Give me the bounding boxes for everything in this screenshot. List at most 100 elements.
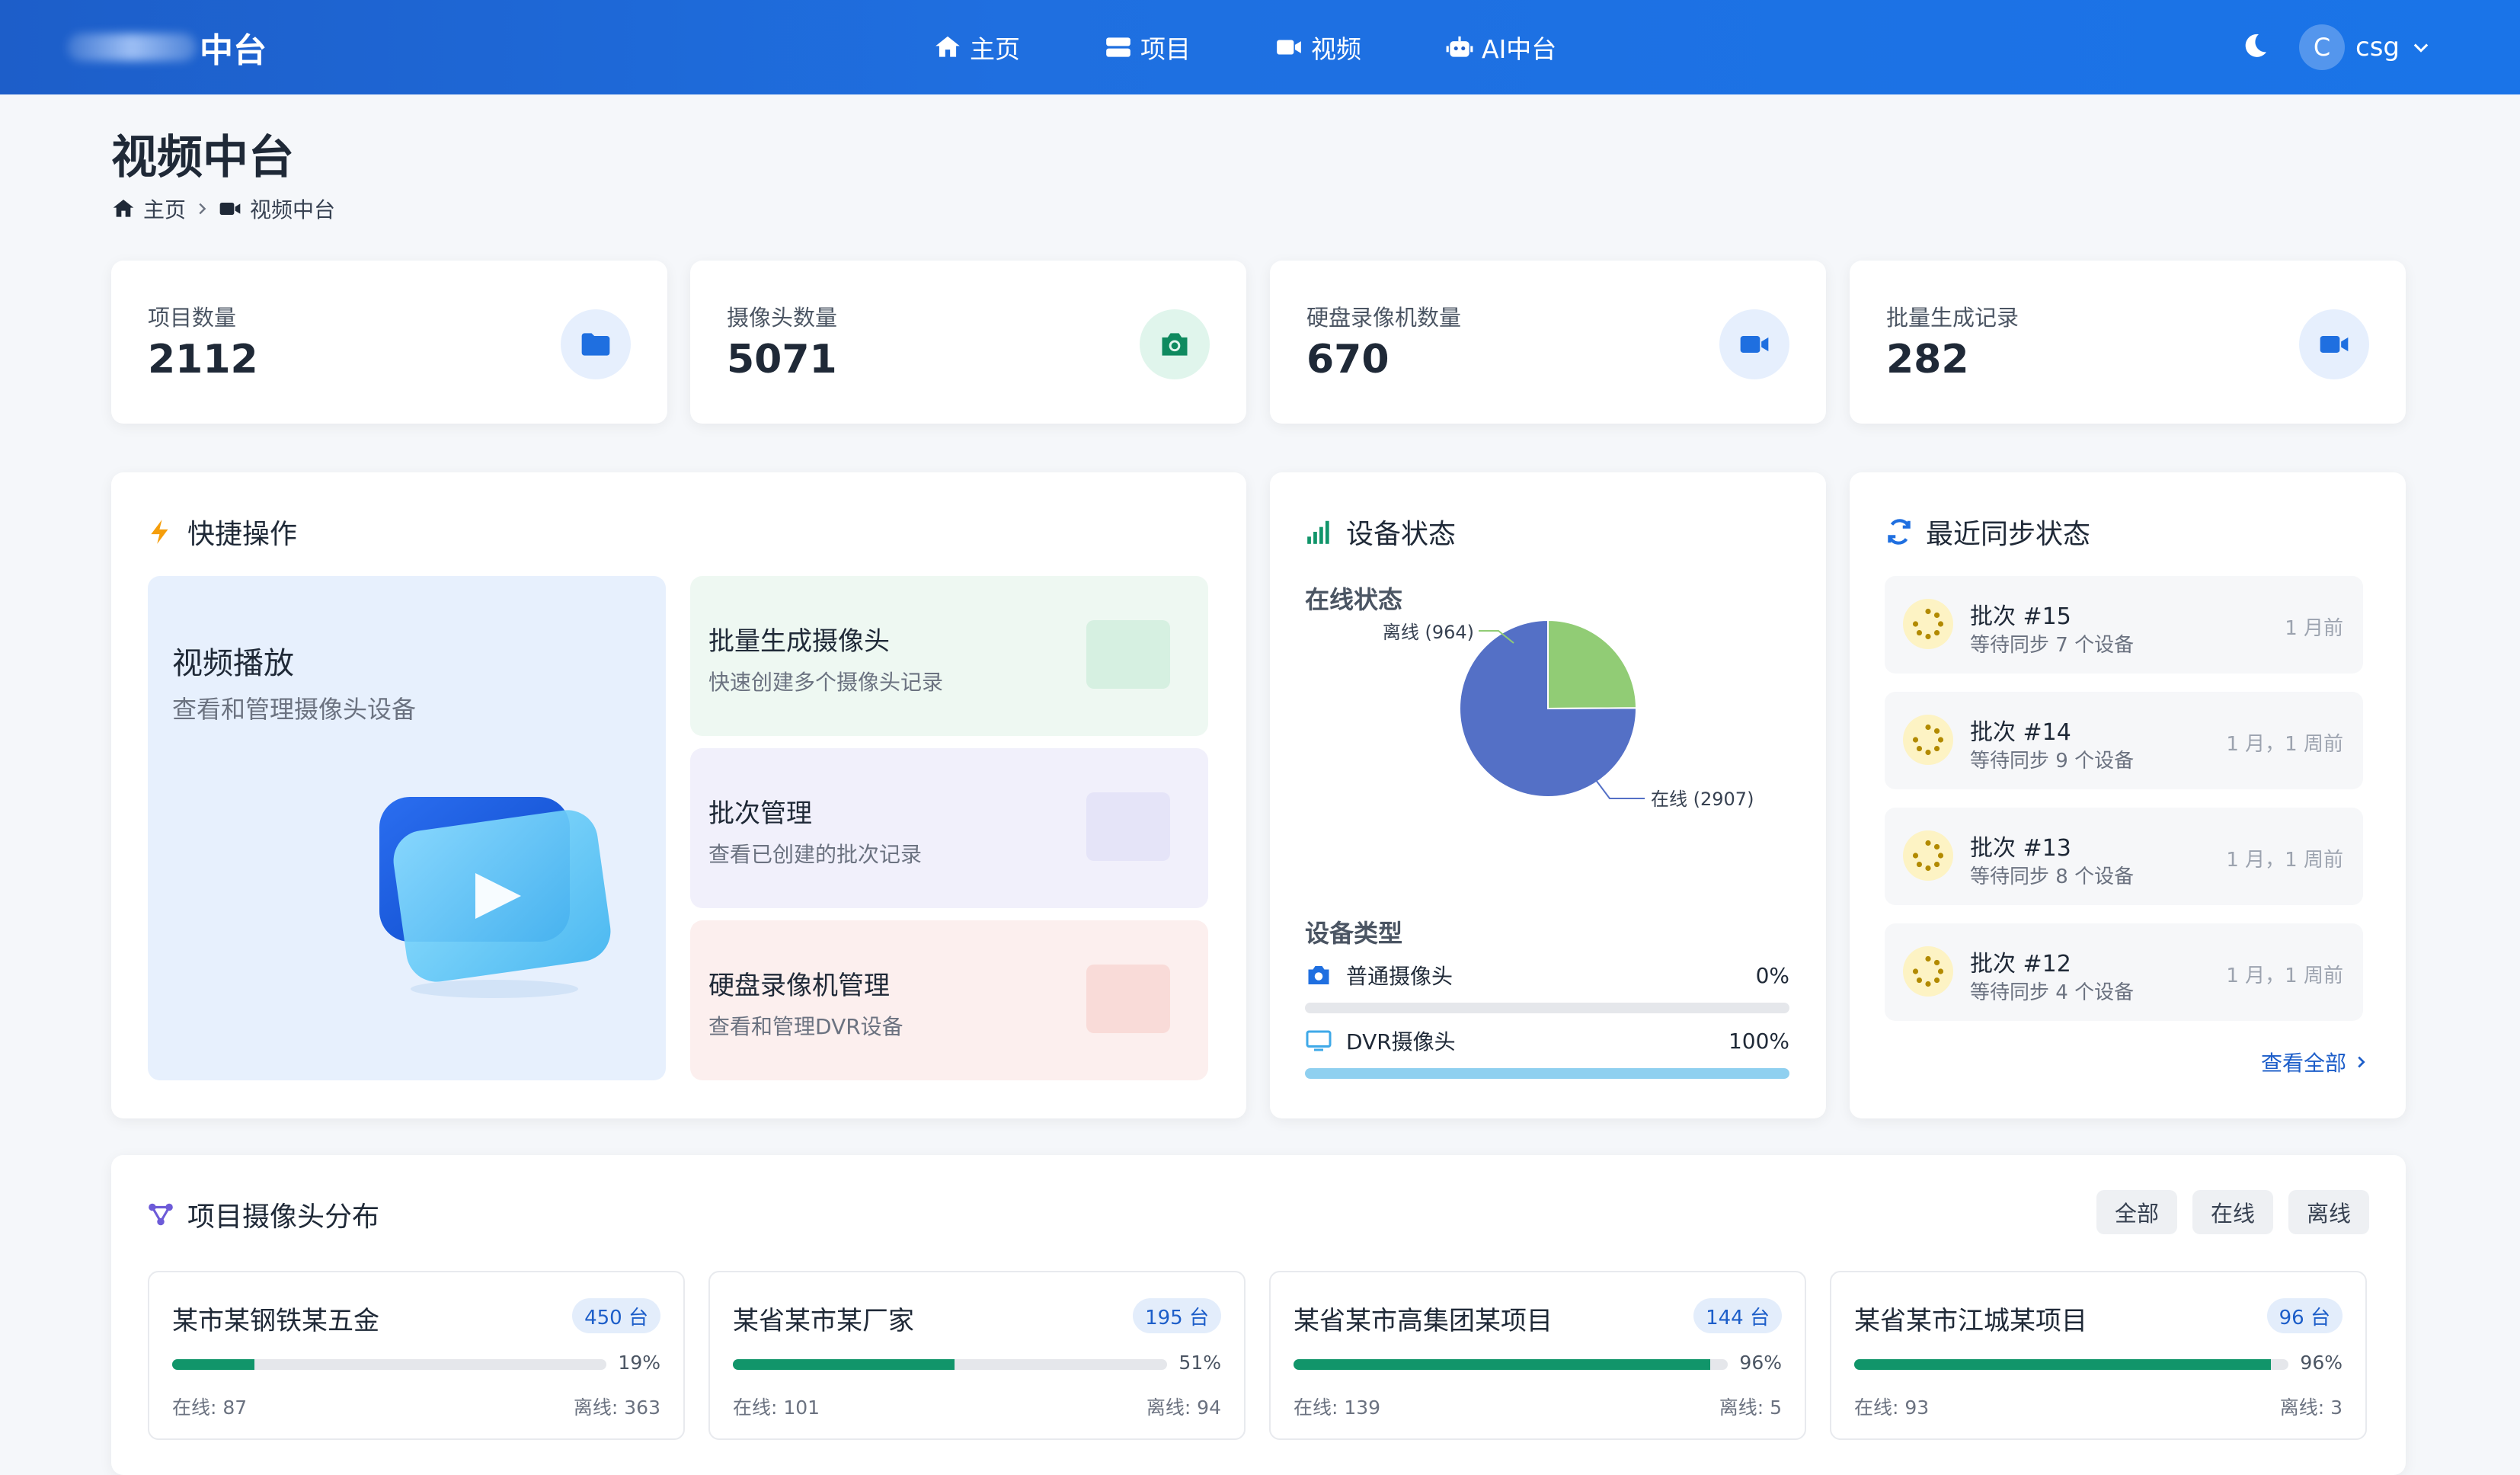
sync-item[interactable]: 批次 #12 等待同步 4 个设备 1 月，1 周前 [1885,923,2363,1021]
project-card[interactable]: 某省某市高集团某项目 144 台 96% 在线: 139 离线: 5 [1269,1271,1806,1440]
project-online-bar [1294,1359,1728,1370]
stat-label: 硬盘录像机数量 [1306,305,1462,331]
project-online-count: 在线: 93 [1854,1397,1930,1419]
folder-icon [561,309,631,379]
online-label: 在线 (2907) [1651,789,1754,810]
sync-batch-time: 1 月，1 周前 [2226,733,2343,756]
device-type-row-dvr: DVR摄像头 100% [1305,1025,1789,1056]
device-status-panel: 设备状态 在线状态 离线 (964) 在线 (2907) 设备类型 普通摄像头 … [1270,472,1826,1118]
batch-management-card[interactable]: 批次管理 查看已创建的批次记录 [690,748,1208,908]
device-type-bar-camera [1305,1003,1789,1013]
device-type-label: 普通摄像头 [1346,964,1453,989]
card-subtitle: 快速创建多个摄像头记录 [708,670,944,695]
page-title: 视频中台 [111,131,294,184]
sync-batch-name: 批次 #14 [1970,719,2071,746]
project-card[interactable]: 某省某市某厂家 195 台 51% 在线: 101 离线: 94 [708,1271,1246,1440]
breadcrumb-home[interactable]: 主页 [143,194,186,224]
bar-fill [1305,1068,1789,1079]
sync-batch-desc: 等待同步 9 个设备 [1970,750,2135,773]
dvr-management-card[interactable]: 硬盘录像机管理 查看和管理DVR设备 [690,920,1208,1080]
nav-ai[interactable]: AI中台 [1445,29,1556,66]
project-camera-count: 96 台 [2266,1298,2343,1333]
project-card[interactable]: 某省某市江城某项目 96 台 96% 在线: 93 离线: 3 [1830,1271,2367,1440]
user-name: csg [2355,32,2400,62]
chevron-right-icon [199,203,206,215]
project-online-count: 在线: 87 [172,1397,248,1419]
video-icon [1086,965,1170,1033]
spinner-icon [1903,599,1953,649]
brand-logo[interactable]: 中台 [67,23,267,72]
project-card[interactable]: 某市某钢铁某五金 450 台 19% 在线: 87 离线: 363 [148,1271,685,1440]
card-title: 批量生成摄像头 [708,626,890,657]
chevron-down-icon [2413,43,2429,53]
pie-slice-offline[interactable] [1547,619,1638,710]
quick-actions-title: 快捷操作 [146,512,297,552]
device-type-row-camera: 普通摄像头 0% [1305,960,1789,990]
stat-card-batches: 批量生成记录 282 [1850,261,2406,424]
breadcrumb: 主页 视频中台 [111,195,335,222]
quick-actions-panel: 快捷操作 视频播放 查看和管理摄像头设备 批量生成摄像头 快速创建多个摄像头记录… [111,472,1246,1118]
monitor-icon [1306,1030,1332,1051]
spinner-icon [1903,715,1953,765]
sync-batch-time: 1 月，1 周前 [2226,849,2343,872]
project-online-bar [172,1359,606,1370]
project-camera-count: 195 台 [1133,1298,1221,1333]
sync-item[interactable]: 批次 #15 等待同步 7 个设备 1 月前 [1885,576,2363,674]
project-camera-count: 450 台 [572,1298,660,1333]
video-player-illustration-icon [379,797,611,998]
network-icon [149,1203,173,1226]
filter-offline-button[interactable]: 离线 [2288,1190,2369,1234]
project-offline-count: 离线: 5 [1719,1397,1782,1419]
stat-value: 2112 [148,337,258,382]
distribution-title: 项目摄像头分布 [146,1195,379,1234]
section-title-text: 项目摄像头分布 [187,1201,380,1233]
stat-value: 282 [1886,337,1969,382]
batch-create-cameras-card[interactable]: 批量生成摄像头 快速创建多个摄像头记录 [690,576,1208,736]
video-playback-card[interactable]: 视频播放 查看和管理摄像头设备 [148,576,666,1080]
distribution-filters: 全部 在线 离线 [2096,1190,2369,1234]
device-type-bar-dvr [1305,1068,1789,1079]
stat-value: 670 [1306,337,1390,382]
card-title: 视频播放 [172,646,294,681]
sync-batch-desc: 等待同步 7 个设备 [1970,634,2135,657]
camera-icon [1308,966,1329,984]
section-title-text: 最近同步状态 [1926,519,2091,550]
device-type-percent: 0% [1755,962,1789,988]
nav-home-label: 主页 [970,34,1020,64]
bar-fill [1854,1359,2272,1370]
robot-icon [1446,36,1473,57]
project-online-count: 在线: 101 [733,1397,820,1419]
nav-video[interactable]: 视频 [1274,29,1361,66]
device-type-heading: 设备类型 [1305,919,1403,948]
sync-batch-name: 批次 #13 [1970,835,2071,862]
folder-icon [1086,620,1170,689]
server-icon [1106,37,1130,57]
chevron-right-icon [2358,1056,2365,1068]
project-online-percent: 96% [1739,1352,1782,1374]
sync-item[interactable]: 批次 #13 等待同步 8 个设备 1 月，1 周前 [1885,808,2363,905]
sync-item[interactable]: 批次 #14 等待同步 9 个设备 1 月，1 周前 [1885,692,2363,789]
sync-batch-name: 批次 #15 [1970,603,2071,630]
view-all-link[interactable]: 查看全部 [2261,1047,2369,1077]
sync-status-panel: 最近同步状态 批次 #15 等待同步 7 个设备 1 月前 批次 #14 等待同… [1850,472,2406,1118]
video-icon [219,203,241,215]
filter-online-button[interactable]: 在线 [2192,1190,2273,1234]
nav-projects-label: 项目 [1140,34,1191,64]
project-offline-count: 离线: 3 [2279,1397,2343,1419]
dark-mode-toggle-icon[interactable] [2240,30,2270,61]
user-menu[interactable]: C csg [2299,23,2432,72]
stat-value: 5071 [727,337,837,382]
filter-all-button[interactable]: 全部 [2096,1190,2177,1234]
nav-projects[interactable]: 项目 [1104,29,1191,66]
nav-home[interactable]: 主页 [933,29,1020,66]
online-status-pie-chart: 离线 (964) 在线 (2907) [1383,619,1754,810]
stat-card-cameras: 摄像头数量 5071 [690,261,1246,424]
project-online-percent: 51% [1178,1352,1221,1374]
stat-card-dvr: 硬盘录像机数量 670 [1270,261,1826,424]
project-name: 某省某市某厂家 [733,1306,914,1336]
main-nav: 主页 项目 视频 AI中台 [933,23,1640,72]
offline-label: 离线 (964) [1383,622,1474,643]
project-name: 某市某钢铁某五金 [172,1306,379,1336]
nav-ai-label: AI中台 [1482,34,1557,64]
video-camera-icon [1719,309,1789,379]
